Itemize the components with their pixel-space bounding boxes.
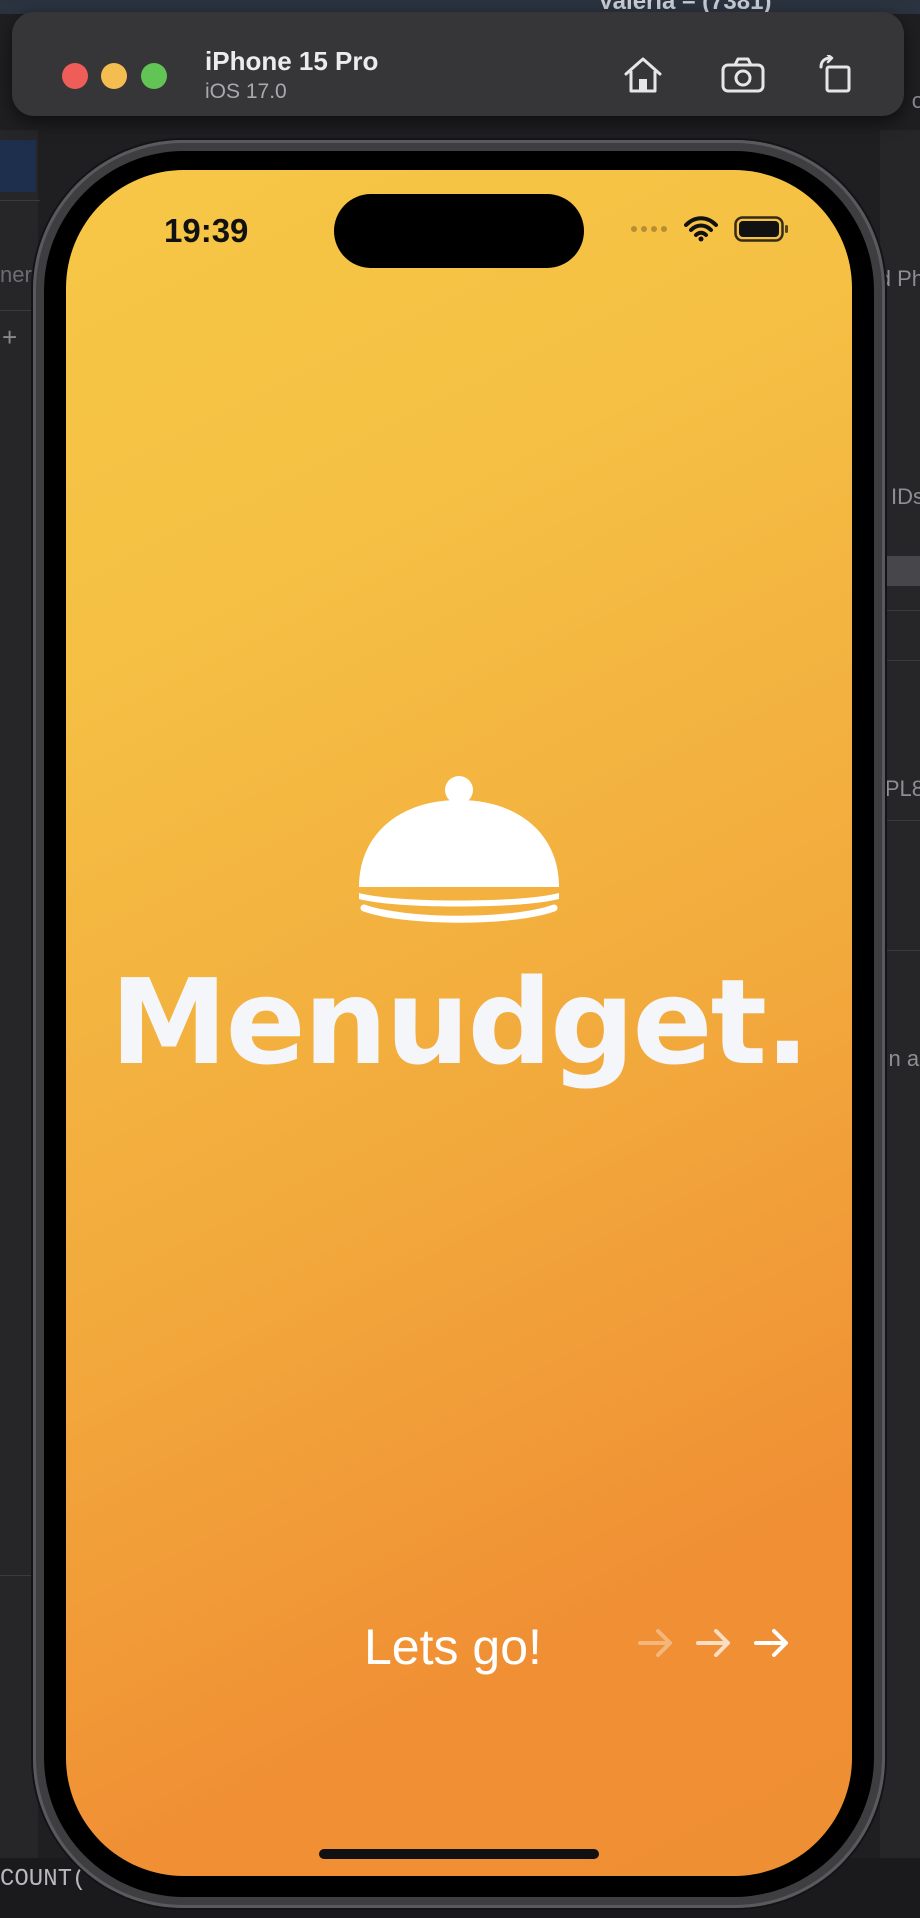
- arrow-right-icon: [696, 1629, 730, 1657]
- status-time: 19:39: [164, 212, 249, 249]
- arrow-right-icon: [638, 1629, 672, 1657]
- lets-go-label: Lets go!: [364, 1619, 542, 1675]
- ide-right-panel: [880, 130, 920, 1918]
- cloche-icon: [359, 776, 559, 923]
- dynamic-island: [334, 194, 584, 268]
- screenshot-button[interactable]: [718, 50, 768, 100]
- battery-icon: [734, 216, 788, 242]
- rotate-button[interactable]: [812, 50, 862, 100]
- divider: [880, 820, 920, 821]
- minimize-window-button[interactable]: [101, 63, 127, 89]
- device-name: iPhone 15 Pro: [205, 46, 379, 76]
- app-name: Menudget.: [110, 953, 810, 1091]
- close-window-button[interactable]: [62, 63, 88, 89]
- cellular-signal-icon: [631, 226, 667, 232]
- ide-right-scroll-block: [884, 556, 920, 586]
- lets-go-button[interactable]: Lets go!: [66, 1607, 852, 1687]
- screenshot-icon: [721, 57, 765, 93]
- divider: [0, 200, 40, 201]
- wifi-icon: [684, 216, 718, 242]
- home-button[interactable]: [618, 50, 668, 100]
- ide-right-text: PL8: [884, 776, 920, 801]
- simulator-titlebar: iPhone 15 Pro iOS 17.0: [12, 12, 904, 116]
- ide-selected-tab: [0, 140, 36, 192]
- status-indicators: [630, 216, 790, 242]
- os-version: iOS 17.0: [205, 80, 287, 103]
- arrow-right-icon: [754, 1629, 788, 1657]
- home-icon: [624, 57, 662, 93]
- ide-right-text: o: [911, 88, 920, 113]
- rotate-icon: [819, 55, 851, 93]
- zoom-window-button[interactable]: [141, 63, 167, 89]
- ide-right-text: IDs: [891, 484, 920, 509]
- divider: [880, 950, 920, 951]
- app-splash-screen: 19:39 Menudget. Lets go!: [66, 170, 852, 1876]
- arrow-group: [638, 1627, 790, 1659]
- divider: [880, 660, 920, 661]
- home-indicator[interactable]: [319, 1849, 599, 1859]
- divider: [880, 610, 920, 611]
- app-logo: [66, 775, 852, 925]
- add-icon[interactable]: +: [2, 322, 17, 353]
- ide-right-text: n al: [888, 1046, 920, 1071]
